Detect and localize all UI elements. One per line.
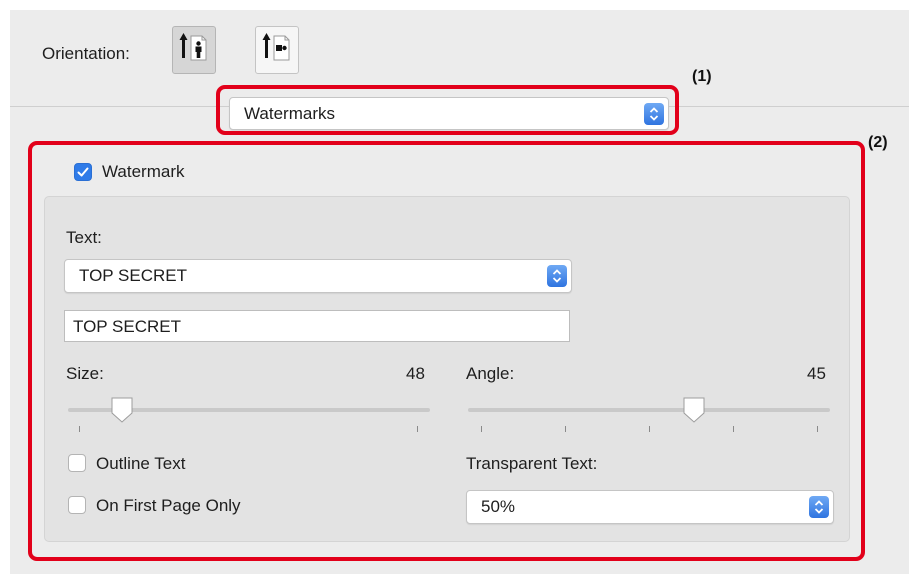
- watermark-checkbox[interactable]: [74, 163, 92, 181]
- angle-slider-track[interactable]: [468, 408, 830, 412]
- size-label: Size:: [66, 364, 104, 383]
- portrait-person-icon: [179, 33, 207, 61]
- size-value: 48: [406, 364, 425, 383]
- angle-slider-tick: [565, 426, 566, 432]
- transparent-text-label: Transparent Text:: [466, 454, 598, 473]
- portrait-orientation-button[interactable]: [172, 26, 216, 74]
- updown-chevron-icon: [547, 265, 567, 287]
- angle-value: 45: [807, 364, 826, 383]
- text-preset-popup[interactable]: TOP SECRET: [64, 259, 572, 293]
- watermark-checkbox-label: Watermark: [102, 162, 185, 181]
- landscape-orientation-button[interactable]: [255, 26, 299, 74]
- orientation-label: Orientation:: [42, 44, 130, 63]
- text-preset-value: TOP SECRET: [79, 266, 188, 285]
- size-slider-knob[interactable]: [110, 396, 134, 424]
- text-label: Text:: [66, 228, 102, 247]
- angle-slider-tick: [481, 426, 482, 432]
- checkmark-icon: [77, 167, 89, 177]
- watermark-text-input[interactable]: [73, 317, 553, 337]
- size-slider-tick: [79, 426, 80, 432]
- transparency-value: 50%: [481, 497, 516, 516]
- watermark-text-field[interactable]: [64, 310, 570, 342]
- landscape-person-icon: [262, 33, 290, 61]
- outline-text-label: Outline Text: [96, 454, 186, 473]
- transparency-popup[interactable]: 50%: [466, 490, 834, 524]
- first-page-only-label: On First Page Only: [96, 496, 241, 515]
- angle-slider-tick: [649, 426, 650, 432]
- annotation-label-1: (1): [692, 68, 712, 85]
- annotation-label-2: (2): [868, 134, 888, 151]
- outline-text-checkbox[interactable]: [68, 454, 86, 472]
- angle-slider-tick: [733, 426, 734, 432]
- first-page-only-checkbox[interactable]: [68, 496, 86, 514]
- updown-chevron-icon: [809, 496, 829, 518]
- size-slider-tick: [417, 426, 418, 432]
- angle-label: Angle:: [466, 364, 515, 383]
- angle-slider-tick: [817, 426, 818, 432]
- annotation-box-1: [216, 85, 679, 135]
- angle-slider-knob[interactable]: [682, 396, 706, 424]
